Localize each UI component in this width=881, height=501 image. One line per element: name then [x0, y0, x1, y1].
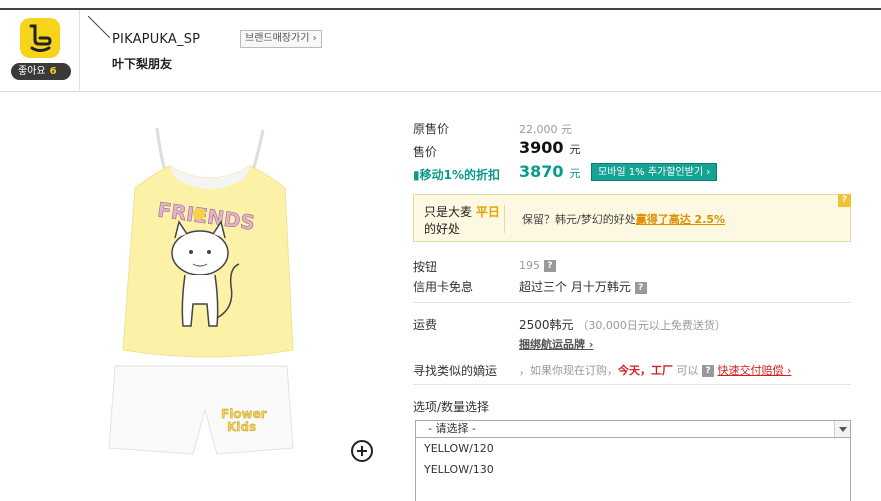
- sale-price-label: 售价: [413, 145, 438, 159]
- divider: [413, 302, 851, 303]
- shop-name: 叶下梨朋友: [112, 57, 173, 71]
- option-select-value: - 请选择 -: [428, 422, 476, 435]
- mobile-discount-button[interactable]: 모바일 1% 추가할인받기 ›: [591, 163, 718, 181]
- promo-left: 只是大麦 平日 的好处: [424, 204, 500, 238]
- shipping-note: （30,000日元以上免费送货）: [577, 319, 726, 332]
- promo-box: 只是大麦 平日 的好处 保留？韩元/梦幻的好处赢得了高达 2.5% ?: [413, 194, 851, 242]
- options-title: 选项/数量选择: [413, 400, 490, 414]
- sale-price-unit: 元: [569, 143, 581, 156]
- like-box[interactable]: 좋아요 6: [0, 10, 80, 92]
- promo-right: 保留？韩元/梦幻的好处赢得了高达 2.5%: [522, 211, 725, 227]
- mobile-discount-text: 移动1%的折扣: [419, 168, 500, 182]
- similar-help-icon[interactable]: ?: [702, 365, 714, 377]
- promo-right-text: 保留？韩元/梦幻的好处: [522, 213, 636, 226]
- card-row: 信用卡免息 超过三个 月十万韩元 ?: [413, 274, 853, 294]
- option-item[interactable]: YELLOW/120: [416, 438, 850, 459]
- promo-left-text-2: 的好处: [424, 222, 461, 236]
- bundle-shipping-link[interactable]: 捆绑航运品牌 ›: [519, 338, 593, 351]
- card-row-help-icon[interactable]: ?: [634, 281, 647, 294]
- mobile-price-unit: 元: [569, 167, 581, 180]
- sale-price: 3900 元: [519, 138, 581, 157]
- button-row-label: 按钮: [413, 260, 438, 274]
- zoom-in-icon[interactable]: [351, 440, 373, 462]
- like-count-badge: 좋아요 6: [11, 63, 71, 80]
- promo-help-icon[interactable]: ?: [838, 194, 851, 207]
- brand-name: PIKAPUKA_SP: [112, 32, 201, 47]
- button-row: 按钮 195 ?: [413, 254, 853, 274]
- option-select[interactable]: - 请选择 -: [415, 420, 851, 438]
- option-item[interactable]: YELLOW/130: [416, 459, 850, 480]
- svg-text:Kids: Kids: [227, 420, 256, 434]
- like-label: 좋아요: [18, 66, 46, 77]
- option-list: YELLOW/120 YELLOW/130: [415, 438, 851, 501]
- similar-label: 寻找类似的嫡运: [413, 364, 498, 378]
- chevron-down-icon[interactable]: [834, 421, 850, 437]
- original-price-value: 22,000 元: [519, 123, 572, 136]
- card-row-label: 信用卡免息: [413, 280, 474, 294]
- sale-price-value: 3900: [519, 138, 564, 157]
- promo-left-text: 只是大麦: [424, 205, 473, 219]
- original-price-row: 原售价 22,000 元: [413, 116, 853, 136]
- shipping-value: 2500韩元: [519, 318, 574, 332]
- shipping-row: 运费 2500韩元 （30,000日元以上免费送货） 捆绑航运品牌 ›: [413, 314, 853, 354]
- mobile-price: 3870 元: [519, 162, 581, 181]
- product-image[interactable]: FRIENDS Flower Kids: [95, 118, 310, 498]
- fast-delivery-link[interactable]: 快速交付赔偿 ›: [718, 364, 792, 377]
- svg-text:Flower: Flower: [221, 407, 267, 421]
- promo-divider: [504, 205, 505, 233]
- mobile-phone-icon: ▮: [413, 168, 420, 182]
- shipping-label: 运费: [413, 318, 438, 332]
- promo-benefit-link[interactable]: 赢得了高达 2.5%: [636, 213, 725, 226]
- similar-text: ，如果你现在订购，: [519, 364, 618, 377]
- similar-red-text: 今天，工厂: [618, 364, 673, 377]
- divider-2: [413, 384, 851, 385]
- like-count: 6: [49, 66, 57, 77]
- diagonal-line-icon: [88, 16, 110, 38]
- similar-text-2: 可以: [676, 364, 699, 377]
- promo-highlight: 平日: [475, 205, 500, 219]
- button-row-value: 195: [519, 259, 540, 272]
- button-row-help-icon[interactable]: ?: [543, 259, 556, 272]
- mobile-price-value: 3870: [519, 162, 564, 181]
- brand-store-button[interactable]: 브랜드매장가기 ›: [240, 30, 322, 48]
- original-price-label: 原售价: [413, 122, 450, 136]
- shop-header: 좋아요 6 PIKAPUKA_SP 브랜드매장가기 › 叶下梨朋友: [0, 10, 881, 92]
- like-thumb-icon[interactable]: [20, 18, 60, 58]
- similar-row: 寻找类似的嫡运 ，如果你现在订购，今天，工厂 可以 ? 快速交付赔偿 ›: [413, 358, 853, 378]
- mobile-discount-label: ▮移动1%的折扣: [413, 166, 500, 183]
- card-row-value: 超过三个 月十万韩元: [519, 280, 631, 294]
- sale-price-row: 售价 3900 元: [413, 138, 853, 160]
